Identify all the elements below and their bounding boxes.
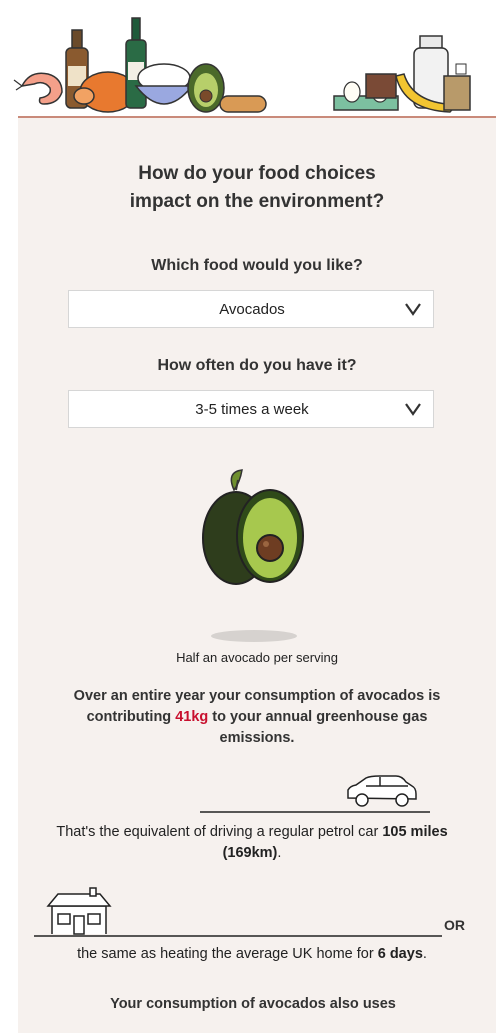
food-select-value: Avocados: [219, 301, 285, 318]
frequency-select[interactable]: 3-5 times a week: [68, 390, 434, 428]
car-text-before: That's the equivalent of driving a regul…: [56, 824, 383, 840]
serving-size-text: Half an avocado per serving: [176, 650, 338, 665]
car-road-graphic: [200, 775, 430, 813]
car-equivalent-text: That's the equivalent of driving a regul…: [30, 822, 474, 864]
page-title-line2: impact on the environment?: [129, 191, 385, 212]
page-title-line1: How do your food choices: [138, 163, 376, 184]
house-icon: [46, 887, 112, 935]
bread-icon: [219, 95, 267, 113]
chevron-down-icon: [405, 303, 421, 316]
food-banner-illustration: [13, 17, 471, 113]
frequency-question-label: How often do you have it?: [157, 357, 357, 374]
food-select[interactable]: Avocados: [68, 290, 434, 328]
summary-text-after: to your annual greenhouse gas emissions.: [208, 709, 428, 746]
avocado-small-icon: [187, 63, 225, 113]
house-text-after: .: [422, 946, 427, 962]
frequency-select-value: 3-5 times a week: [195, 401, 309, 418]
car-icon: [347, 775, 417, 807]
or-label: OR: [444, 917, 465, 933]
emissions-amount: 41kg: [175, 709, 209, 725]
food-banner: [0, 0, 496, 120]
consumption-also-uses-text: Your consumption of avocados also uses: [110, 996, 396, 1012]
chocolate-icon: [365, 73, 397, 99]
emissions-summary: Over an entire year your consumption of …: [50, 686, 464, 749]
food-question-label: Which food would you like?: [151, 257, 363, 274]
avocado-illustration: [202, 469, 304, 642]
car-text-after: .: [277, 845, 282, 861]
house-text-before: the same as heating the average UK home …: [77, 946, 378, 962]
house-days: 6 days: [377, 946, 423, 962]
page-title: How do your food choices impact on the e…: [18, 160, 496, 216]
shrimp-icon: [13, 72, 63, 105]
chevron-down-icon: [405, 403, 421, 416]
house-equivalent-text: the same as heating the average UK home …: [30, 944, 474, 965]
house-graphic: [34, 887, 442, 937]
